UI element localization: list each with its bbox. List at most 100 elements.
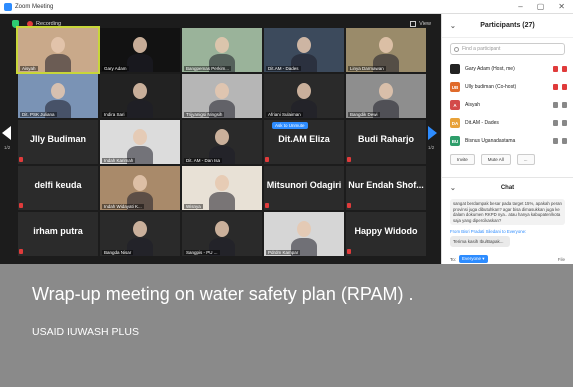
page-indicator-left: 1/2 [4, 145, 11, 150]
previous-page-arrow-icon[interactable] [2, 126, 11, 140]
participant-row[interactable]: BU Bisnus Uganadastama [442, 132, 573, 150]
video-tile[interactable]: Indah Karimah [100, 120, 180, 164]
video-tile[interactable]: Sangpis - PU ... [182, 212, 262, 256]
next-page-arrow-icon[interactable] [428, 126, 437, 140]
zoom-app-icon [4, 2, 12, 11]
more-button[interactable]: ... [516, 154, 535, 165]
search-icon [454, 46, 459, 52]
video-tile[interactable]: Happy Widodo [346, 212, 426, 256]
participant-row[interactable]: Gary Adam (Host, me) [442, 60, 573, 78]
person-face [297, 83, 311, 99]
video-tile[interactable]: Trijyanigsi Ningsih [182, 74, 262, 118]
collapse-chevron-icon[interactable]: ⌄ [450, 22, 456, 30]
participant-name-label: Gary Adam [102, 66, 129, 71]
person-face [297, 37, 311, 53]
avatar [450, 64, 460, 74]
video-tile[interactable]: Nur Endah Shof... [346, 166, 426, 210]
participants-title: Participants (27) [480, 22, 535, 29]
chat-recipient-select[interactable]: Everyone ▾ [459, 255, 488, 263]
mic-icon[interactable] [553, 66, 558, 72]
participant-display-name: irham putra [33, 226, 83, 236]
person-face [133, 221, 147, 237]
participant-display-name: Jlly Budiman [29, 134, 86, 144]
video-tile[interactable]: Bangda Nisar [100, 212, 180, 256]
participant-name-label: Sangpis - PU ... [184, 250, 220, 255]
video-tile[interactable]: Dit.AM Eliza Ask to Unmute [264, 120, 344, 164]
video-tile[interactable]: Jlly Budiman [18, 120, 98, 164]
person-face [133, 175, 147, 191]
video-gallery: Recording View 1/2 1/2 Aisyah Gary Adam Ba… [0, 14, 441, 264]
participant-search-placeholder: Find a participant [462, 46, 501, 52]
avatar: UB [450, 82, 460, 92]
participant-name-label: Wisnya [184, 204, 203, 209]
video-tile[interactable]: Mitsunori Odagiri [264, 166, 344, 210]
video-tile[interactable]: Dit. AM - Dan Isa [182, 120, 262, 164]
chat-file-button[interactable]: File [558, 257, 565, 262]
recording-label: Recording [36, 21, 62, 27]
video-tile[interactable]: Pdrdm Kampar [264, 212, 344, 256]
camera-icon [562, 84, 567, 90]
view-button[interactable]: View [410, 21, 431, 27]
video-tile[interactable]: Wisnya [182, 166, 262, 210]
participant-display-name: Dit.AM Eliza [278, 134, 330, 144]
video-tile[interactable]: Bangdik Dewi [346, 74, 426, 118]
video-tile[interactable]: delfi keuda [18, 166, 98, 210]
video-tile[interactable]: Dit.AM - Dades [264, 28, 344, 72]
muted-mic-icon [347, 249, 351, 254]
participant-search-input[interactable]: Find a participant [450, 43, 565, 55]
mic-icon[interactable] [553, 120, 558, 126]
chat-to-label: To: [450, 256, 457, 262]
mute-all-button[interactable]: Mute All [480, 154, 511, 165]
participant-row[interactable]: A Aisyah [442, 96, 573, 114]
participant-name-label: Dit. AM - Dan Isa [184, 158, 223, 163]
participant-row[interactable]: DA Dit.AM - Dades [442, 114, 573, 132]
caption-block: Wrap-up meeting on water safety plan (RP… [0, 264, 573, 387]
person-face [215, 221, 229, 237]
participant-display-name: Nur Endah Shof... [348, 180, 424, 190]
chat-title: Chat [500, 184, 515, 191]
participant-display-name: Mitsunori Odagiri [266, 180, 342, 190]
camera-icon [562, 102, 567, 108]
participant-status-icons [553, 84, 567, 90]
chat-reply-message: Terima kasih Ibu/Bapak... [450, 236, 510, 247]
participant-display-name: delfi keuda [34, 180, 82, 190]
window-titlebar: Zoom Meeting – ▢ ✕ [0, 0, 573, 14]
security-shield-icon[interactable] [12, 20, 19, 28]
video-tile[interactable]: Indah Widayati K... [100, 166, 180, 210]
video-tile[interactable]: Linya Darmawan [346, 28, 426, 72]
video-tile[interactable]: Dit. PSK Juliana [18, 74, 98, 118]
avatar: DA [450, 118, 460, 128]
participant-name-label: Dit. PSK Juliana [20, 112, 57, 117]
muted-mic-icon [19, 157, 23, 162]
close-button[interactable]: ✕ [558, 2, 565, 11]
video-tile[interactable]: irham putra [18, 212, 98, 256]
mic-icon[interactable] [553, 84, 558, 90]
person-silhouette [45, 54, 71, 72]
mic-icon[interactable] [553, 138, 558, 144]
video-tile[interactable]: Afriani Sulaiman [264, 74, 344, 118]
invite-button[interactable]: Invite [450, 154, 475, 165]
participant-status-icons [553, 120, 567, 126]
minimize-button[interactable]: – [518, 2, 522, 11]
video-tile[interactable]: Budi Raharjo [346, 120, 426, 164]
chat-collapse-chevron-icon[interactable]: ⌄ [450, 184, 456, 192]
video-tile[interactable]: Bangpemas Perkim... [182, 28, 262, 72]
person-face [297, 221, 311, 237]
mic-icon[interactable] [553, 102, 558, 108]
video-tile[interactable]: Gary Adam [100, 28, 180, 72]
participant-status-icons [553, 102, 567, 108]
caption-subtitle: USAID IUWASH PLUS [32, 326, 139, 338]
person-face [133, 129, 147, 145]
participant-name: Dit.AM - Dades [465, 120, 499, 126]
person-face [215, 37, 229, 53]
ask-to-unmute-banner[interactable]: Ask to Unmute [272, 122, 308, 129]
participant-name-label: Trijyanigsi Ningsih [184, 112, 225, 117]
screen: Zoom Meeting – ▢ ✕ Recording View 1/2 1/… [0, 0, 573, 387]
chat-recipient-row: To: Everyone ▾ File [450, 255, 565, 263]
participant-row[interactable]: UB Ully budiman (Co-host) [442, 78, 573, 96]
chat-from-line: From Bisri Pradati Siledani to Everyone: [450, 229, 527, 234]
video-tile[interactable]: Aisyah [16, 26, 100, 74]
video-tile[interactable]: Indira Sari [100, 74, 180, 118]
participant-display-name: Happy Widodo [354, 226, 418, 236]
maximize-button[interactable]: ▢ [537, 2, 545, 11]
